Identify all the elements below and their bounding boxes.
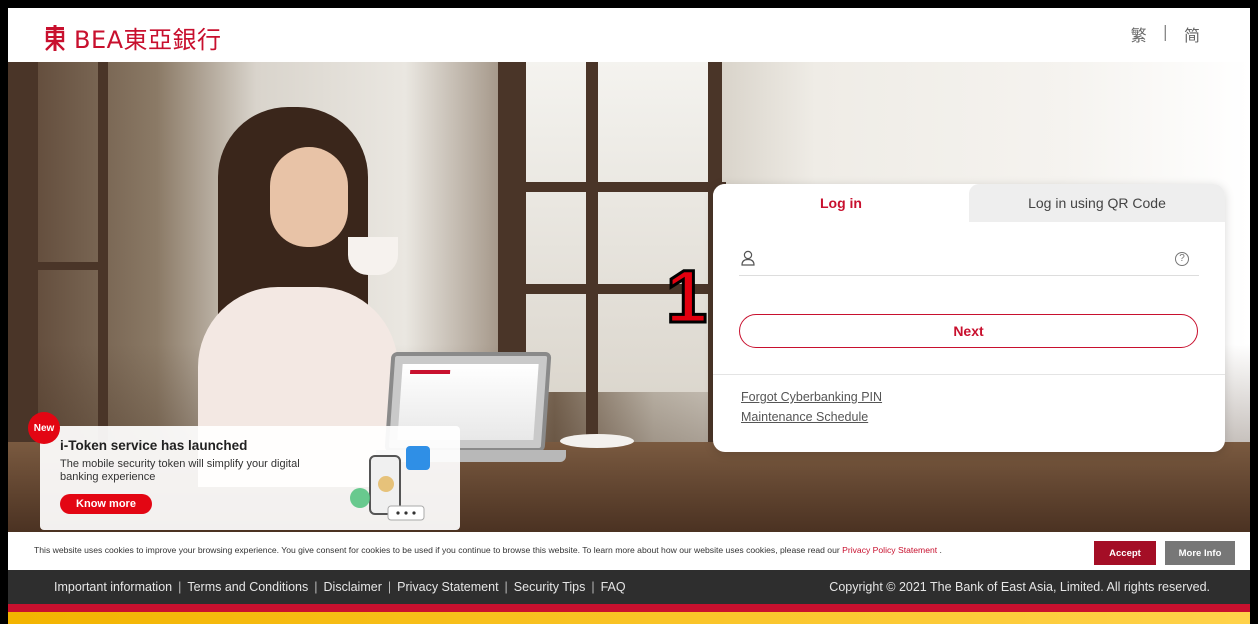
copyright-text: Copyright © 2021 The Bank of East Asia, … — [829, 580, 1210, 594]
saucer — [560, 434, 634, 448]
footer-red-stripe — [8, 604, 1250, 612]
cookie-consent-bar: This website uses cookies to improve you… — [8, 532, 1250, 570]
login-tabs: Log in Log in using QR Code — [713, 184, 1225, 222]
new-badge: New — [28, 412, 60, 444]
window-frame — [98, 62, 108, 442]
more-info-button[interactable]: More Info — [1165, 541, 1235, 565]
next-button[interactable]: Next — [739, 314, 1198, 348]
itoken-promo-banner: i-Token service has launched The mobile … — [40, 426, 460, 530]
window-frame — [8, 62, 38, 442]
language-switcher: 繁 | 简 — [1131, 22, 1200, 46]
forgot-pin-link[interactable]: Forgot Cyberbanking PIN — [741, 390, 882, 404]
bea-logo[interactable]: BEA東亞銀行 — [44, 20, 222, 55]
maintenance-schedule-link[interactable]: Maintenance Schedule — [741, 410, 882, 424]
user-icon — [741, 250, 755, 266]
site-footer: Important information | Terms and Conditio… — [8, 570, 1250, 604]
footer-separator: | — [387, 580, 392, 594]
step-marker: 1 — [664, 255, 708, 338]
lang-traditional-link[interactable]: 繁 — [1131, 22, 1147, 46]
login-help-links: Forgot Cyberbanking PIN Maintenance Sche… — [741, 390, 882, 424]
card-divider — [713, 374, 1225, 375]
tab-login-qr-code[interactable]: Log in using QR Code — [969, 184, 1225, 222]
promo-title: i-Token service has launched — [60, 438, 248, 453]
cookie-suffix: . — [937, 545, 942, 555]
lang-separator: | — [1162, 22, 1168, 41]
lang-simplified-link[interactable]: 简 — [1184, 22, 1200, 46]
site-header: BEA東亞銀行 繁 | 简 — [8, 8, 1250, 62]
footer-separator: | — [591, 580, 595, 594]
window-pane — [526, 62, 586, 392]
footer-link-terms[interactable]: Terms and Conditions — [187, 580, 308, 594]
username-input[interactable] — [767, 246, 1157, 270]
footer-link-important-information[interactable]: Important information — [54, 580, 172, 594]
know-more-button[interactable]: Know more — [60, 494, 152, 514]
footer-link-security-tips[interactable]: Security Tips — [514, 580, 586, 594]
cookie-message: This website uses cookies to improve you… — [34, 545, 942, 555]
promo-description: The mobile security token will simplify … — [60, 458, 300, 483]
tab-login[interactable]: Log in — [713, 184, 969, 222]
cookie-text: This website uses cookies to improve you… — [34, 545, 843, 555]
footer-gold-stripe — [8, 612, 1250, 624]
privacy-policy-link[interactable]: Privacy Policy Statement — [842, 545, 937, 555]
footer-link-faq[interactable]: FAQ — [601, 580, 626, 594]
logo-text: BEA東亞銀行 — [74, 26, 222, 54]
footer-separator: | — [504, 580, 508, 594]
window-frame — [526, 182, 726, 192]
username-field: ? — [739, 242, 1199, 276]
footer-separator: | — [314, 580, 318, 594]
browser-page: BEA東亞銀行 繁 | 简 Log in Log in using QR Cod — [8, 8, 1250, 624]
coffee-cup — [348, 237, 398, 275]
footer-link-privacy-statement[interactable]: Privacy Statement — [397, 580, 498, 594]
window-frame — [586, 62, 598, 442]
help-icon[interactable]: ? — [1175, 252, 1189, 266]
footer-link-disclaimer[interactable]: Disclaimer — [324, 580, 382, 594]
itoken-phone-illustration-icon — [350, 446, 430, 521]
window-frame — [38, 262, 98, 270]
window-pane — [598, 62, 708, 392]
footer-links: Important information | Terms and Conditio… — [54, 580, 626, 594]
login-card: Log in Log in using QR Code ? Next Forgo… — [713, 184, 1225, 452]
accept-cookies-button[interactable]: Accept — [1094, 541, 1156, 565]
footer-separator: | — [178, 580, 182, 594]
woman-face — [270, 147, 348, 247]
bea-emblem-icon — [45, 24, 65, 51]
